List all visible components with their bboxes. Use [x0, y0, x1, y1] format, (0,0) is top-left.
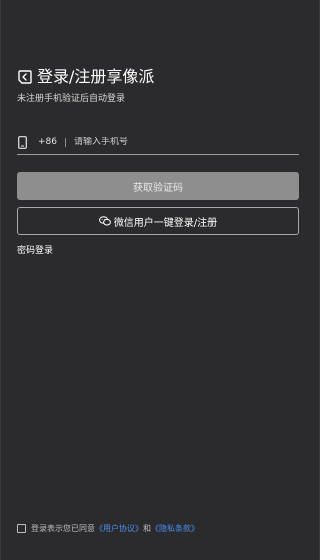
phone-input-row: +86 [17, 130, 299, 155]
user-agreement-link[interactable]: 《用户协议》 [95, 523, 143, 534]
page-title: 登录/注册享像派 [37, 67, 155, 86]
wechat-icon [98, 216, 111, 226]
get-verification-code-button[interactable]: 获取验证码 [17, 172, 299, 200]
agreement-checkbox[interactable] [17, 524, 26, 533]
agreement-prefix: 登录表示您已同意 [31, 524, 95, 533]
password-login-link[interactable]: 密码登录 [17, 245, 53, 257]
privacy-policy-link[interactable]: 《隐私条款》 [151, 523, 199, 534]
login-logo-icon [17, 69, 33, 85]
wechat-login-button[interactable]: 微信用户一键登录/注册 [17, 207, 299, 235]
agreement-and: 和 [143, 524, 151, 533]
login-header: 登录/注册享像派 未注册手机验证后自动登录 [17, 66, 305, 105]
country-code-selector[interactable]: +86 [38, 137, 57, 147]
phone-icon [18, 135, 28, 149]
phone-number-input[interactable] [74, 137, 299, 147]
agreement-row: 登录表示您已同意 《用户协议》 和 《隐私条款》 [17, 523, 199, 534]
title-row: 登录/注册享像派 [17, 66, 305, 88]
page-subtitle: 未注册手机验证后自动登录 [17, 94, 126, 104]
login-screen: 登录/注册享像派 未注册手机验证后自动登录 +86 获取验证码 微信用户一键登录… [0, 0, 320, 560]
wechat-login-label: 微信用户一键登录/注册 [113, 217, 218, 229]
input-separator [65, 137, 66, 147]
